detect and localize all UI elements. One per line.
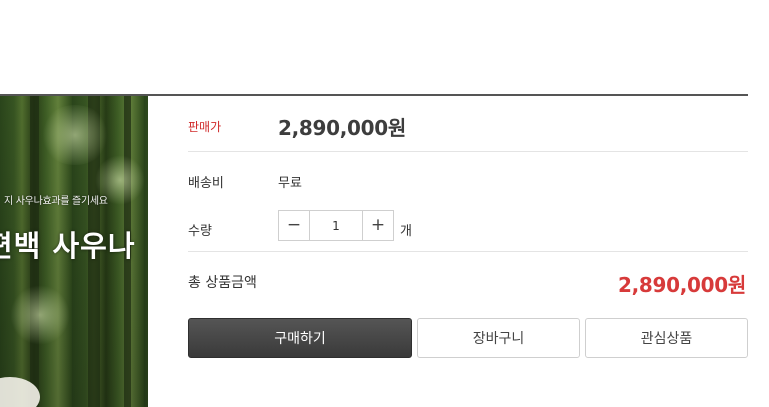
product-image: 지 사우나효과를 즐기세요 편백 사우나 xyxy=(0,95,148,407)
total-row: 총 상품금액 2,890,000원 xyxy=(188,252,748,320)
image-caption-big: 편백 사우나 xyxy=(0,229,136,263)
add-to-cart-button[interactable]: 장바구니 xyxy=(417,318,580,358)
quantity-input[interactable] xyxy=(309,211,363,240)
total-price: 2,890,000원 xyxy=(617,273,746,297)
shipping-value: 무료 xyxy=(278,176,302,191)
wishlist-button[interactable]: 관심상품 xyxy=(585,318,748,358)
price-row: 판매가 2,890,000원 xyxy=(188,96,748,152)
price-label: 판매가 xyxy=(188,120,222,134)
product-detail-page: 지 사우나효과를 즐기세요 편백 사우나 판매가 2,890,000원 배송비 … xyxy=(0,0,769,407)
shipping-label: 배송비 xyxy=(188,176,224,191)
quantity-label: 수량 xyxy=(188,224,212,239)
quantity-decrease-button[interactable]: − xyxy=(279,211,309,240)
total-label: 총 상품금액 xyxy=(188,275,257,291)
quantity-unit: 개 xyxy=(400,224,412,239)
quantity-row: 수량 − + 개 xyxy=(188,202,748,252)
quantity-stepper: − + xyxy=(278,210,394,241)
product-info: 판매가 2,890,000원 배송비 무료 수량 − + 개 총 상품금액 2,… xyxy=(188,96,748,320)
action-buttons: 구매하기 장바구니 관심상품 xyxy=(188,318,748,358)
quantity-increase-button[interactable]: + xyxy=(363,211,393,240)
shipping-row: 배송비 무료 xyxy=(188,152,748,202)
image-caption-small: 지 사우나효과를 즐기세요 xyxy=(4,196,108,207)
buy-button[interactable]: 구매하기 xyxy=(188,318,412,358)
price-value: 2,890,000원 xyxy=(278,116,407,140)
